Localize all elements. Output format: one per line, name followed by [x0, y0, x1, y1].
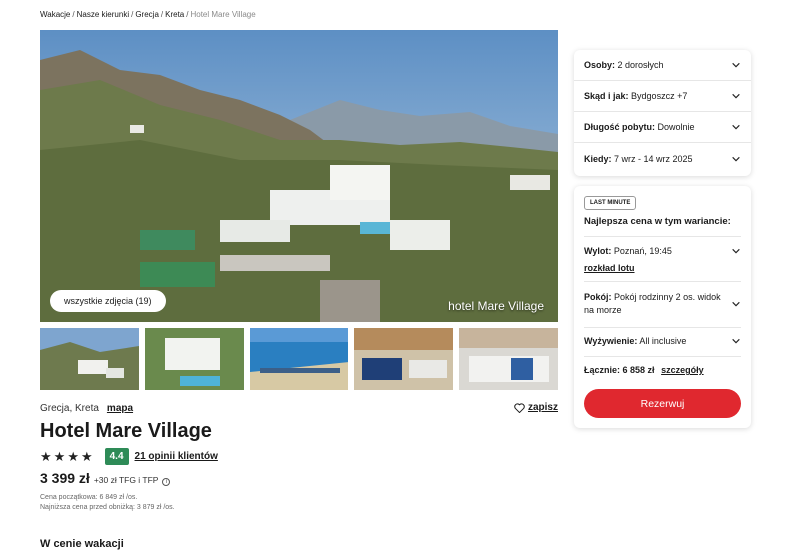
field-departure-label: Skąd i jak: [584, 91, 629, 101]
thumbnail-2[interactable] [144, 328, 244, 390]
field-persons-value: 2 dorosłych [617, 60, 664, 70]
thumbnail-5[interactable] [459, 328, 558, 390]
search-options-card: Osoby: 2 dorosłych Skąd i jak: Bydgoszcz… [574, 50, 751, 176]
breadcrumb-separator: / [186, 10, 189, 19]
star-icon: ★ [53, 449, 66, 464]
star-rating: ★ ★ ★ ★ [40, 450, 93, 463]
total-value: 6 858 zł [622, 365, 655, 375]
details-link[interactable]: szczegóły [661, 365, 704, 375]
breadcrumb-item-wakacje[interactable]: Wakacje [40, 10, 70, 19]
field-duration[interactable]: Długość pobytu: Dowolnie [574, 112, 751, 143]
total-label: Łącznie: [584, 365, 621, 375]
reserve-button[interactable]: Rezerwuj [584, 389, 741, 418]
thumbnail-4[interactable] [354, 328, 454, 390]
save-button[interactable]: zapisz [514, 402, 558, 413]
offer-card: LAST MINUTE Najlepsza cena w tym warianc… [574, 186, 751, 428]
departure-row[interactable]: Wylot: Poznań, 19:45 [574, 246, 751, 256]
board-value: All inclusive [639, 336, 687, 346]
departure-value: Poznań, 19:45 [613, 246, 672, 256]
field-persons-label: Osoby: [584, 60, 616, 70]
field-dates-label: Kiedy: [584, 153, 612, 164]
hotel-aerial-image [40, 30, 558, 322]
board-row[interactable]: Wyżywienie: All inclusive [574, 336, 751, 346]
departure-label: Wylot: [584, 246, 612, 256]
divider [584, 236, 741, 237]
breadcrumb-item-grecja[interactable]: Grecja [135, 10, 159, 19]
breadcrumb-separator: / [131, 10, 134, 19]
chevron-down-icon [732, 93, 740, 99]
hero-photo[interactable]: wszystkie zdjęcia (19) hotel Mare Villag… [40, 30, 558, 322]
breadcrumb-item-kreta[interactable]: Kreta [165, 10, 184, 19]
field-persons[interactable]: Osoby: 2 dorosłych [574, 50, 751, 81]
thumbnail-strip [40, 328, 558, 390]
chevron-down-icon [732, 338, 740, 344]
price-row: 3 399 zł +30 zł TFG i TFP i [40, 470, 171, 486]
field-duration-label: Długość pobytu: [584, 122, 655, 132]
included-section-heading: W cenie wakacji [40, 538, 124, 550]
best-price-label: Najlepsza cena w tym wariancie: [584, 216, 731, 227]
field-departure[interactable]: Skąd i jak: Bydgoszcz +7 [574, 81, 751, 112]
location-row: Grecja, Kreta mapa [40, 403, 133, 414]
fees-label: +30 zł TFG i TFP [93, 475, 159, 485]
heart-icon [514, 402, 525, 413]
hotel-location: Grecja, Kreta [40, 403, 99, 414]
info-icon[interactable]: i [162, 478, 171, 486]
star-icon: ★ [67, 449, 79, 464]
board-label: Wyżywienie: [584, 336, 638, 346]
breadcrumb-separator: / [72, 10, 75, 19]
flight-schedule-link[interactable]: rozkład lotu [584, 263, 635, 273]
chevron-down-icon [732, 248, 740, 254]
field-dates-value: 7 wrz - 14 wrz 2025 [614, 153, 693, 164]
total-price-row: Łącznie: 6 858 zł szczegóły [584, 365, 704, 375]
breadcrumb: Wakacje / Nasze kierunki / Grecja / Kreta / Hote… [40, 10, 256, 19]
star-icon: ★ [80, 449, 93, 464]
initial-price-note: Cena początkowa: 6 849 zł /os. [40, 494, 138, 501]
field-departure-value: Bydgoszcz +7 [631, 91, 688, 101]
chevron-down-icon [732, 156, 740, 161]
breadcrumb-separator: / [160, 10, 164, 19]
room-row[interactable]: Pokój: Pokój rodzinny 2 os. widok na mor… [574, 291, 751, 317]
chevron-down-icon [732, 301, 740, 307]
breadcrumb-item-kierunki[interactable]: Nasze kierunki [77, 10, 129, 19]
divider [584, 356, 741, 357]
save-label: zapisz [527, 402, 558, 413]
field-dates[interactable]: Kiedy: 7 wrz - 14 wrz 2025 [574, 143, 751, 174]
room-label: Pokój: [584, 292, 612, 302]
thumbnail-1[interactable] [40, 328, 139, 390]
hotel-title: Hotel Mare Village [40, 420, 212, 442]
reviews-link[interactable]: 21 opinii klientów [135, 451, 218, 462]
rating-score-badge: 4.4 [104, 448, 129, 465]
field-duration-value: Dowolnie [657, 122, 695, 132]
last-minute-badge: LAST MINUTE [584, 196, 637, 210]
breadcrumb-current: Hotel Mare Village [190, 10, 256, 19]
divider [584, 281, 741, 282]
chevron-down-icon [732, 124, 740, 130]
lowest-price-note: Najniższa cena przed obniżką: 3 879 zł /… [40, 504, 175, 511]
map-link[interactable]: mapa [107, 403, 133, 414]
price-per-person: 3 399 zł [40, 470, 90, 486]
rating-row: ★ ★ ★ ★ 4.4 21 opinii klientów [40, 448, 218, 465]
star-icon: ★ [40, 449, 52, 464]
hero-caption: hotel Mare Village [448, 299, 544, 313]
thumbnail-3[interactable] [249, 328, 349, 390]
chevron-down-icon [732, 62, 740, 68]
divider [584, 327, 741, 328]
all-photos-button[interactable]: wszystkie zdjęcia (19) [50, 290, 166, 312]
